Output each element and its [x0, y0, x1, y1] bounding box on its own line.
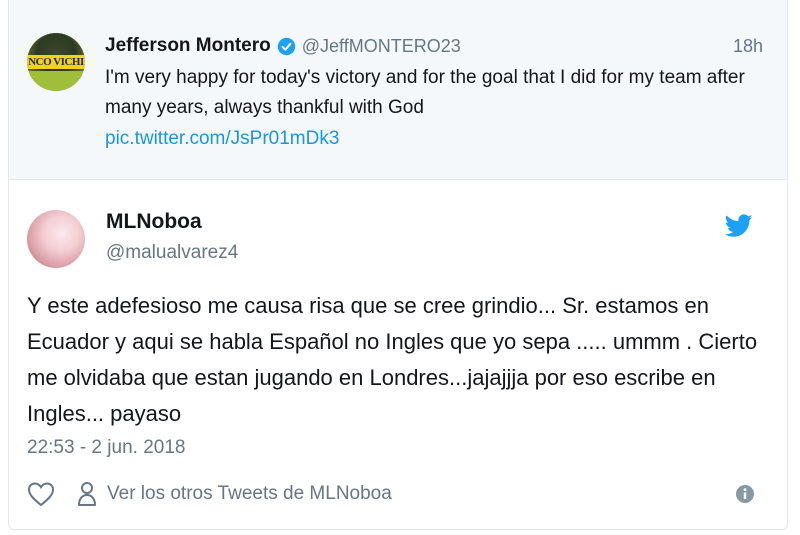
see-more-tweets-link[interactable]: Ver los otros Tweets de MLNoboa [107, 483, 392, 505]
parent-tweet-text: I'm very happy for today's victory and f… [105, 67, 745, 118]
twitter-bird-icon[interactable] [725, 214, 753, 238]
verified-badge-icon [277, 37, 295, 55]
parent-author-handle[interactable]: @JeffMONTERO23 [302, 36, 461, 57]
main-tweet-text: Y este adefesioso me causa risa que se c… [27, 293, 758, 426]
avatar-banner-text: NCO VICHI [27, 55, 85, 69]
main-avatar[interactable] [27, 210, 85, 268]
parent-tweet-header: Jefferson Montero @JeffMONTERO23 [105, 34, 461, 58]
heart-icon[interactable] [27, 481, 55, 507]
tweet-embed-card: NCO VICHI Jefferson Montero @JeffMONTERO… [8, 0, 788, 530]
parent-author-name[interactable]: Jefferson Montero [105, 35, 271, 57]
person-icon[interactable] [77, 481, 97, 507]
parent-avatar[interactable]: NCO VICHI [27, 33, 85, 91]
main-tweet-date[interactable]: 22:53 - 2 jun. 2018 [27, 437, 185, 459]
parent-tweet-media-link[interactable]: pic.twitter.com/JsPr01mDk3 [105, 124, 339, 154]
info-icon[interactable] [735, 484, 755, 504]
main-author-name[interactable]: MLNoboa [106, 210, 202, 234]
tweet-actions: Ver los otros Tweets de MLNoboa [27, 478, 392, 510]
parent-tweet[interactable]: NCO VICHI Jefferson Montero @JeffMONTERO… [9, 0, 787, 180]
avatar-background [27, 71, 85, 91]
main-author-handle[interactable]: @malualvarez4 [106, 242, 238, 264]
parent-tweet-time[interactable]: 18h [733, 36, 763, 57]
